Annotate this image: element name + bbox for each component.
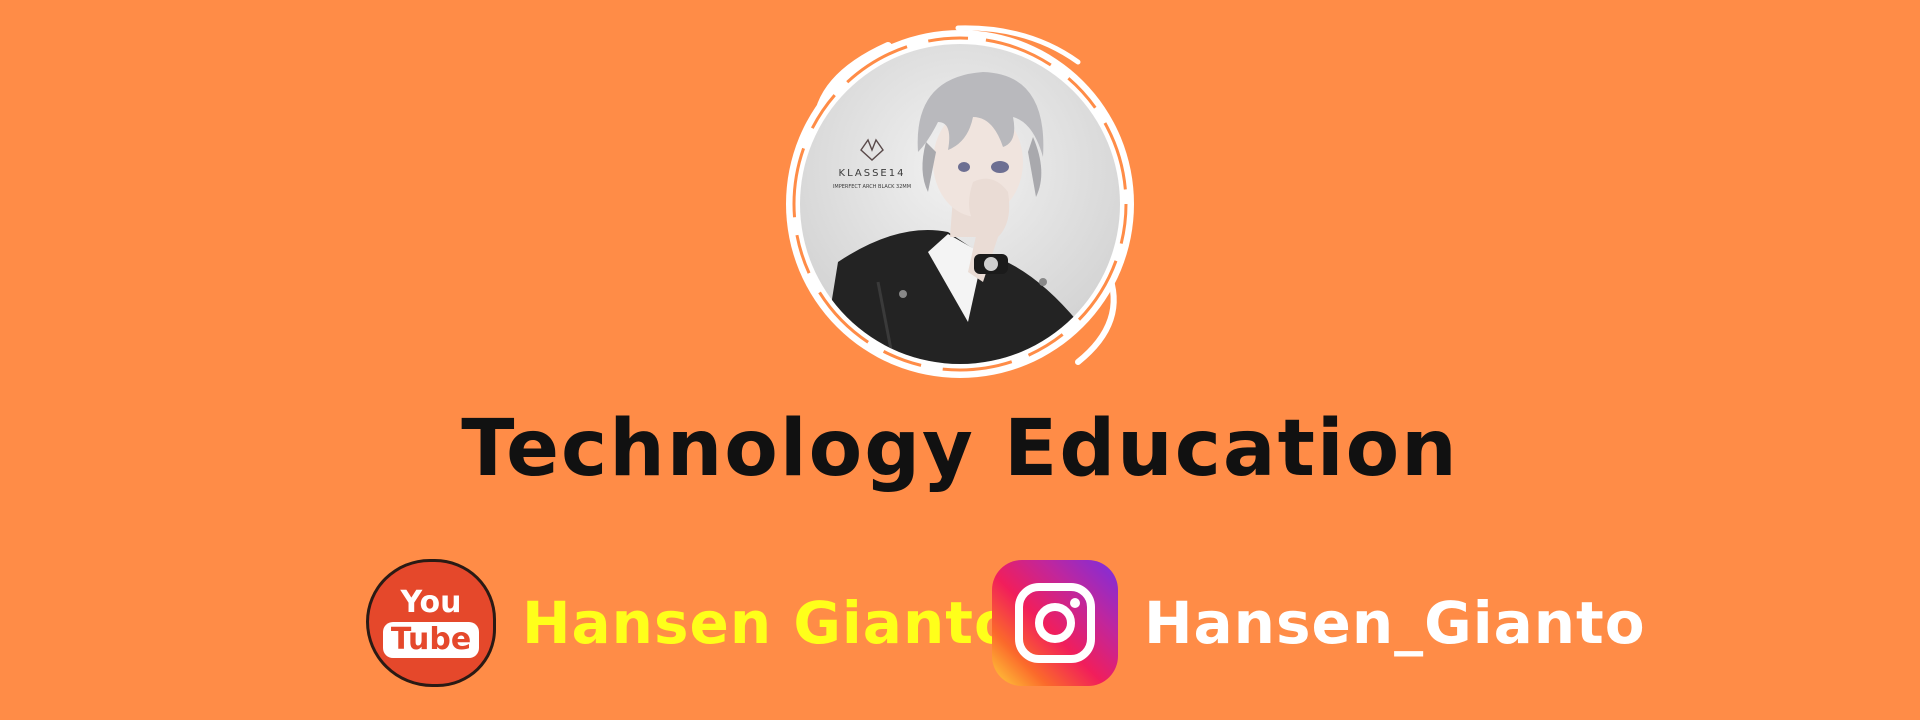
- youtube-link[interactable]: You Tube Hansen Gianto: [366, 558, 1015, 688]
- instagram-link[interactable]: Hansen_Gianto: [992, 558, 1646, 688]
- instagram-icon[interactable]: [992, 560, 1118, 686]
- page-title: Technology Education: [461, 404, 1459, 494]
- youtube-icon-you-text: You: [400, 585, 462, 620]
- youtube-icon-tube-text: Tube: [382, 622, 480, 658]
- youtube-handle[interactable]: Hansen Gianto: [522, 594, 1015, 652]
- instagram-handle[interactable]: Hansen_Gianto: [1144, 594, 1646, 652]
- profile-avatar: KLASSE14 IMPERFECT ARCH BLACK 32MM: [778, 22, 1142, 386]
- youtube-icon[interactable]: You Tube: [366, 559, 496, 687]
- avatar-logo-text: KLASSE14: [839, 168, 906, 179]
- avatar-logo-subtext: IMPERFECT ARCH BLACK 32MM: [833, 184, 911, 190]
